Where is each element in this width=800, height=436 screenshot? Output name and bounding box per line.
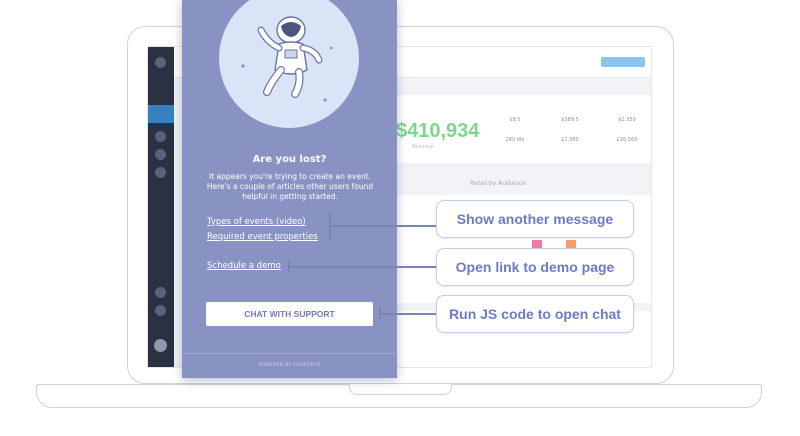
stat-value: £16,563 (616, 137, 638, 143)
astronaut-icon (241, 16, 333, 102)
callout-show-another-message: Show another message (436, 200, 634, 238)
link-types-of-events[interactable]: Types of events (video) (207, 217, 306, 227)
user-avatar-icon[interactable] (154, 339, 167, 352)
link-required-event-properties[interactable]: Required event properties (207, 232, 318, 242)
stat-value: £1,385 (561, 137, 579, 143)
topbar-action-button[interactable] (601, 57, 645, 67)
sidebar-nav-icon[interactable] (155, 149, 166, 160)
chat-with-support-button[interactable]: CHAT WITH SUPPORT (206, 302, 373, 326)
app-logo-icon[interactable] (155, 57, 166, 68)
connector-tick (288, 261, 290, 272)
panel-description: It appears you're trying to create an ev… (206, 172, 374, 201)
connector-line (329, 225, 436, 227)
section-title: Retail by Audience (470, 180, 526, 187)
stat-value: 289 fits (505, 137, 525, 143)
connector-line (379, 313, 436, 315)
revenue-value: $410,934 (396, 120, 480, 142)
callout-open-link-demo: Open link to demo page (436, 248, 634, 286)
app-sidebar (148, 47, 174, 367)
callout-run-js-code: Run JS code to open chat (436, 295, 634, 333)
astronaut-illustration (219, 0, 359, 128)
connector-line (288, 266, 436, 268)
sidebar-active-item[interactable] (148, 105, 174, 123)
sidebar-nav-icon[interactable] (155, 287, 166, 298)
revenue-caption: Revenue (412, 144, 434, 150)
stat-value: $389.5 (561, 117, 579, 123)
panel-title: Are you lost? (252, 154, 327, 165)
laptop-notch (349, 384, 452, 395)
stat-value: $8.5 (509, 117, 521, 123)
sidebar-nav-icon[interactable] (155, 131, 166, 142)
link-schedule-demo[interactable]: Schedule a demo (207, 261, 281, 271)
powered-by-label: POWERED BY TOOLTIP.IO (258, 363, 321, 368)
sidebar-nav-icon[interactable] (155, 305, 166, 316)
sidebar-nav-icon[interactable] (155, 167, 166, 178)
help-panel: Are you lost? It appears you're trying t… (182, 0, 397, 378)
stat-value: $1,350 (618, 117, 636, 123)
panel-divider (182, 353, 397, 354)
connector-tick (379, 308, 381, 319)
